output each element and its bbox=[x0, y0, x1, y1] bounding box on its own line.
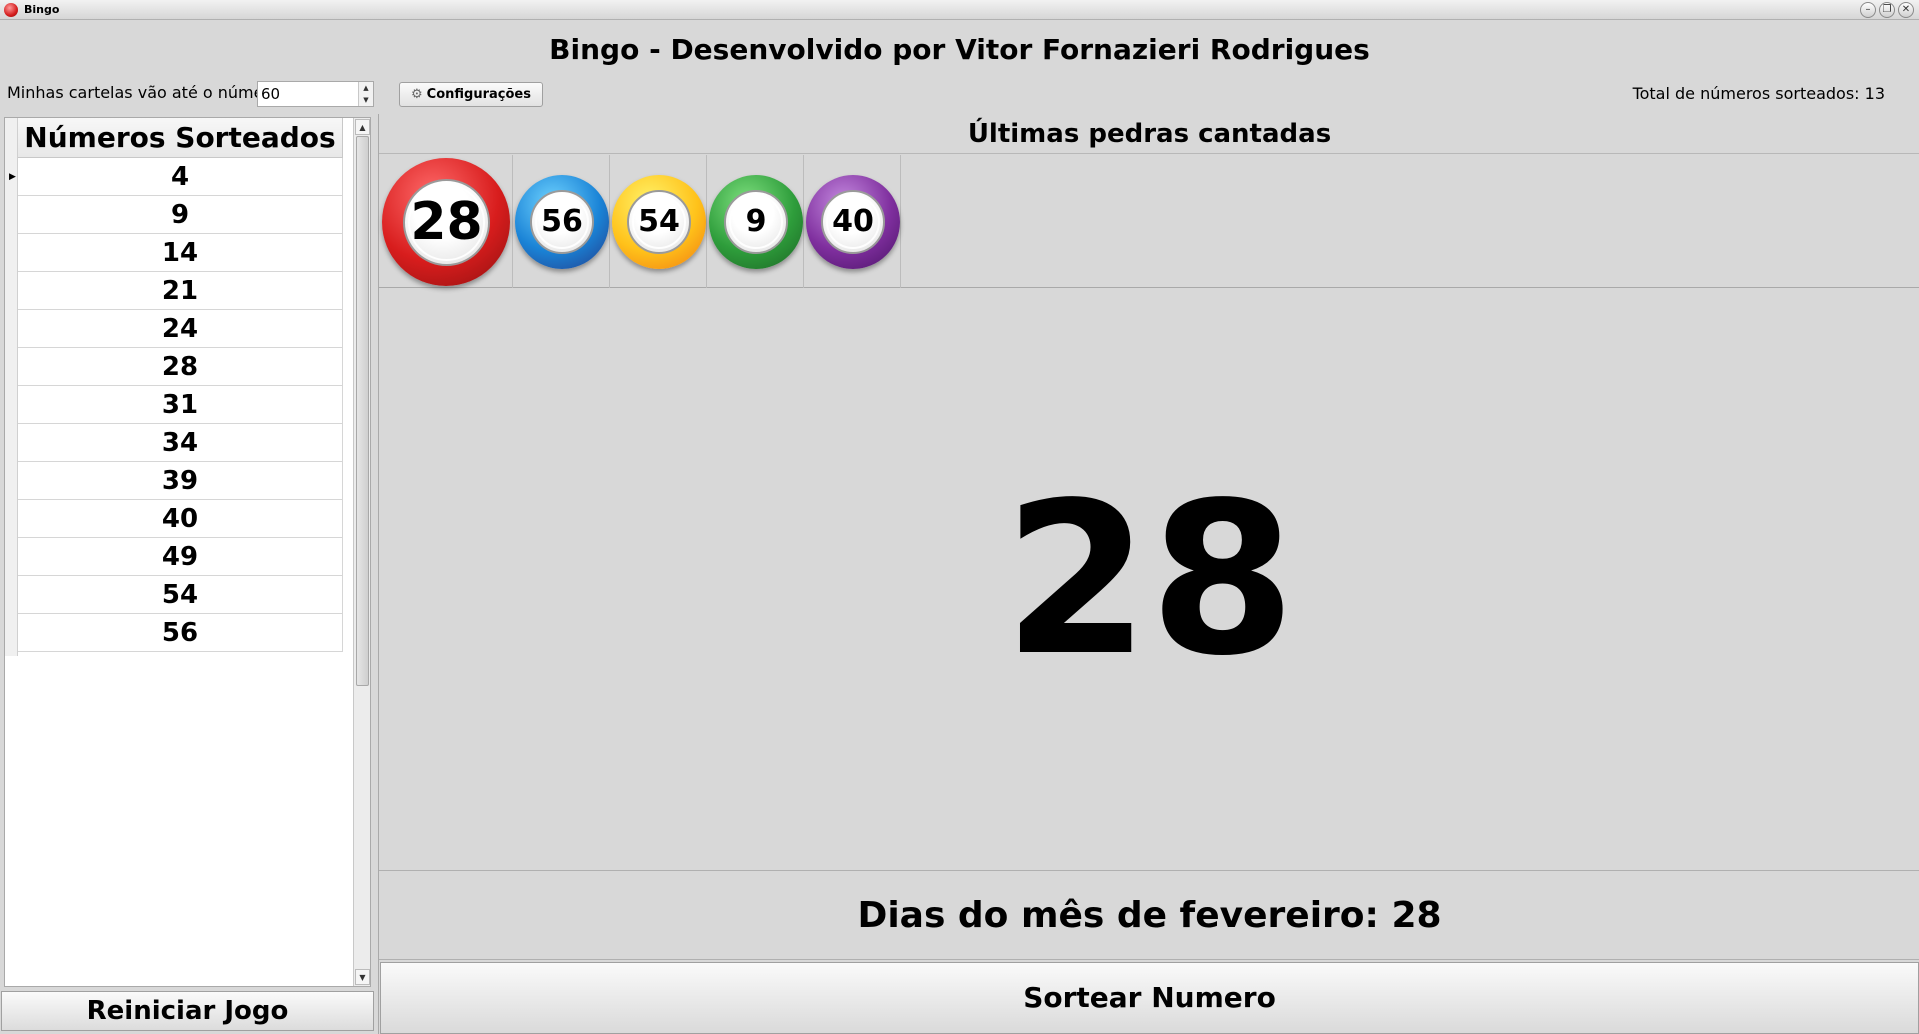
bingo-ball: 9 bbox=[709, 175, 803, 269]
current-number-area: 28 bbox=[379, 289, 1919, 871]
window-title: Bingo bbox=[24, 3, 60, 16]
ball-face: 54 bbox=[627, 190, 691, 254]
settings-button-label: Configurações bbox=[426, 87, 531, 102]
scroll-down-icon[interactable]: ▼ bbox=[355, 969, 370, 985]
last-balls-strip: 28 56 54 9 40 bbox=[379, 155, 1919, 288]
table-row[interactable]: 4 bbox=[18, 158, 343, 196]
max-number-input[interactable] bbox=[258, 82, 358, 106]
current-number: 28 bbox=[1003, 457, 1296, 702]
ball-face: 9 bbox=[724, 190, 788, 254]
scroll-up-icon[interactable]: ▲ bbox=[355, 119, 370, 135]
close-button[interactable]: ✕ bbox=[1898, 2, 1914, 18]
ball-face: 28 bbox=[403, 179, 490, 266]
table-row[interactable]: 56 bbox=[18, 614, 343, 652]
minimize-button[interactable]: – bbox=[1860, 2, 1876, 18]
scroll-thumb[interactable] bbox=[356, 136, 369, 686]
bingo-ball: 28 bbox=[382, 158, 510, 286]
page-title: Bingo - Desenvolvido por Vitor Fornazier… bbox=[549, 33, 1370, 66]
bingo-ball: 54 bbox=[612, 175, 706, 269]
spin-down-icon[interactable]: ▼ bbox=[358, 94, 373, 106]
last-ball-cell: 9 bbox=[707, 155, 804, 288]
window-titlebar: Bingo – ❐ ✕ bbox=[0, 0, 1919, 20]
gear-icon: ⚙ bbox=[411, 87, 423, 102]
table-row[interactable]: 28 bbox=[18, 348, 343, 386]
drawn-numbers-grid[interactable]: Números Sorteados ▶ 4 9 14 21 24 28 31 34 39 40 49… bbox=[4, 117, 371, 987]
last-balls-header: Últimas pedras cantadas bbox=[379, 114, 1919, 154]
ball-number: 40 bbox=[832, 204, 874, 239]
last-ball-cell: 54 bbox=[610, 155, 707, 288]
current-row-arrow-icon: ▶ bbox=[9, 172, 16, 182]
table-row[interactable]: 24 bbox=[18, 310, 343, 348]
ball-number: 56 bbox=[541, 204, 583, 239]
table-row[interactable]: 49 bbox=[18, 538, 343, 576]
table-row[interactable]: 9 bbox=[18, 196, 343, 234]
number-fact: Dias do mês de fevereiro: 28 bbox=[379, 872, 1919, 960]
app-icon bbox=[4, 3, 18, 17]
ball-face: 40 bbox=[821, 190, 885, 254]
draw-number-button[interactable]: Sortear Numero bbox=[380, 962, 1919, 1034]
grid-column-header[interactable]: Números Sorteados bbox=[18, 118, 343, 158]
ball-number: 9 bbox=[745, 204, 767, 239]
ball-number: 28 bbox=[410, 192, 483, 252]
bingo-ball: 40 bbox=[806, 175, 900, 269]
settings-button[interactable]: ⚙ Configurações bbox=[399, 82, 543, 107]
last-ball-cell: 56 bbox=[513, 155, 610, 288]
table-row[interactable]: 21 bbox=[18, 272, 343, 310]
table-row[interactable]: 39 bbox=[18, 462, 343, 500]
reset-game-button[interactable]: Reiniciar Jogo bbox=[1, 991, 374, 1031]
grid-scrollbar[interactable]: ▲ ▼ bbox=[353, 118, 370, 986]
spin-up-icon[interactable]: ▲ bbox=[358, 82, 373, 94]
table-row[interactable]: 54 bbox=[18, 576, 343, 614]
grid-rows: 4 9 14 21 24 28 31 34 39 40 49 54 56 bbox=[18, 158, 343, 652]
last-ball-cell: 28 bbox=[379, 155, 513, 288]
table-row[interactable]: 40 bbox=[18, 500, 343, 538]
main-panel: Últimas pedras cantadas 28 56 54 9 40 28 Dia… bbox=[378, 114, 1919, 1034]
ball-face: 56 bbox=[530, 190, 594, 254]
total-drawn-label: Total de números sorteados: 13 bbox=[1632, 84, 1885, 103]
row-indicator-column bbox=[5, 118, 18, 656]
table-row[interactable]: 31 bbox=[18, 386, 343, 424]
last-ball-cell: 40 bbox=[804, 155, 901, 288]
max-number-stepper[interactable]: ▲ ▼ bbox=[257, 81, 374, 107]
table-row[interactable]: 34 bbox=[18, 424, 343, 462]
max-number-label: Minhas cartelas vão até o número: bbox=[7, 83, 285, 102]
table-row[interactable]: 14 bbox=[18, 234, 343, 272]
bingo-ball: 56 bbox=[515, 175, 609, 269]
ball-number: 54 bbox=[638, 204, 680, 239]
restore-button[interactable]: ❐ bbox=[1879, 2, 1895, 18]
